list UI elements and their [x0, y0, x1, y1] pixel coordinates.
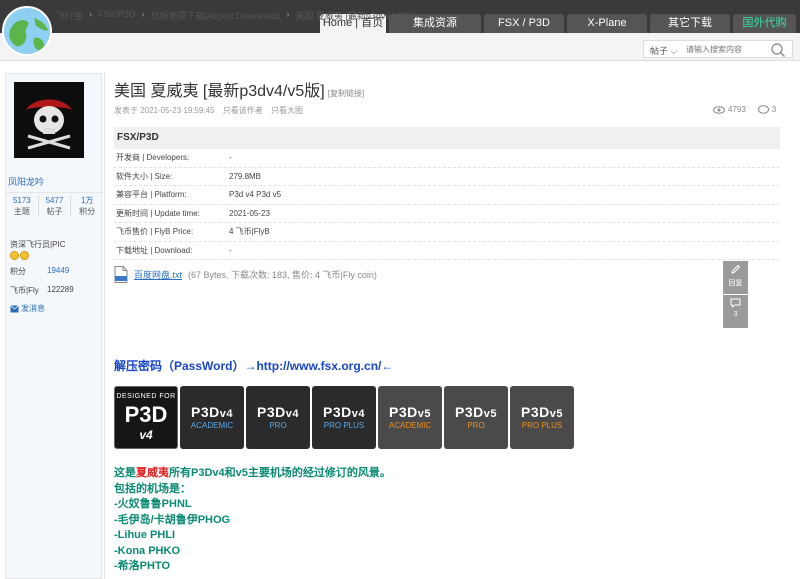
table-row: 更新时间 | Update time: 2021-05-23	[114, 205, 780, 223]
p3d-v5-pro-badge: P3Dv5 PRO	[444, 386, 508, 449]
comments-button[interactable]: 3	[723, 295, 748, 328]
author-points-value: 19449	[47, 266, 70, 275]
stat-points[interactable]: 1万 积分	[71, 195, 103, 217]
attachment-details: (67 Bytes, 下载次数: 183, 售价: 4 飞币|Fly coin)	[188, 270, 377, 280]
author-sidebar: 凤阳龙吟 5173 主题 5477 帖子 1万 积分 资深飞行员|PIC 积分 194…	[5, 73, 103, 579]
breadcrumb-separator: ›	[286, 9, 290, 19]
password-line: 解压密码（PassWord）→http://www.fsx.org.cn/←	[114, 359, 394, 373]
breadcrumb: 飞行宝 › FSX/P3D › 机场地景下载|Airport Downloads…	[56, 9, 414, 22]
tab-xplane[interactable]: X-Plane	[567, 14, 647, 33]
author-coins-value: 122289	[47, 285, 74, 294]
list-item: -Kona PHKO	[114, 544, 180, 557]
comment-icon	[730, 298, 741, 309]
comment-icon	[757, 105, 769, 114]
attachment: 百度网盘.txt (67 Bytes, 下载次数: 183, 售价: 4 飞币|…	[114, 266, 377, 283]
table-row: 下载地址 | Download: -	[114, 242, 780, 260]
post-counts: 4793 3	[713, 105, 776, 114]
breadcrumb-current[interactable]: 美国 夏威夷 [最新p3dv4/v5版]	[295, 9, 414, 22]
stat-threads[interactable]: 5173 主题	[6, 195, 39, 217]
site-logo[interactable]	[2, 6, 52, 56]
breadcrumb-separator: ›	[141, 9, 145, 19]
post-description: 这是夏威夷所有P3Dv4和v5主要机场的经过修订的风景。 包括的机场是： -火奴…	[114, 466, 391, 575]
envelope-icon	[10, 304, 19, 312]
author-rank: 资深飞行员|PIC	[10, 240, 66, 249]
breadcrumb-home[interactable]: 飞行宝	[56, 9, 83, 22]
reply-count: 3	[757, 105, 776, 114]
author-points-row: 积分 19449	[10, 266, 70, 276]
eye-icon	[713, 105, 725, 114]
table-row: 开发商 | Developers: -	[114, 149, 780, 168]
breadcrumb-airport-downloads[interactable]: 机场地景下载|Airport Downloads	[151, 9, 281, 22]
copy-link-button[interactable]: [复制链接]	[328, 89, 364, 98]
list-item: -火奴鲁鲁PHNL	[114, 498, 192, 510]
attachment-link[interactable]: 百度网盘.txt	[134, 268, 182, 281]
p3d-v5-academic-badge: P3Dv5 ACADEMIC	[378, 386, 442, 449]
page-title: 美国 夏威夷 [最新p3dv4/v5版] [复制链接]	[114, 83, 365, 100]
info-table-header: FSX/P3D	[114, 127, 780, 149]
text-file-icon	[114, 266, 128, 283]
reply-button[interactable]: 回复	[723, 261, 748, 294]
search-type-select[interactable]: 帖子 ⌵	[650, 44, 677, 57]
breadcrumb-fsx-p3d[interactable]: FSX/P3D	[98, 9, 136, 22]
airport-list-label: 包括的机场是：	[114, 482, 191, 495]
author-coins-row: 飞币|Fly 122289	[10, 285, 74, 295]
pencil-icon	[731, 264, 741, 274]
tab-other-downloads[interactable]: 其它下载	[650, 14, 730, 33]
search-icon[interactable]	[770, 42, 786, 58]
stat-posts[interactable]: 5477 帖子	[39, 195, 72, 217]
p3d-v4-proplus-badge: P3Dv4 PRO PLUS	[312, 386, 376, 449]
table-row: 软件大小 | Size: 279.8MB	[114, 168, 780, 186]
author-stats: 5173 主题 5477 帖子 1万 积分	[6, 192, 103, 217]
breadcrumb-separator: ›	[89, 9, 93, 19]
p3d-v4-pro-badge: P3Dv4 PRO	[246, 386, 310, 449]
description-intro: 这是夏威夷所有P3Dv4和v5主要机场的经过修订的风景。	[114, 467, 391, 479]
compatibility-banner: DESIGNED FOR P3D v4 P3Dv4 ACADEMIC P3Dv4…	[114, 385, 574, 450]
list-item: -毛伊岛/卡胡鲁伊PHOG	[114, 513, 231, 526]
table-row: 飞币售价 | FlyB Price: 4 飞币|FlyB	[114, 223, 780, 242]
p3d-v4-academic-badge: P3Dv4 ACADEMIC	[180, 386, 244, 449]
medal-icon	[10, 251, 19, 260]
tab-fsx-p3d[interactable]: FSX / P3D	[484, 14, 564, 33]
medal-icon	[20, 251, 29, 260]
view-count: 4793	[713, 105, 746, 114]
only-author-link[interactable]: 只看该作者	[223, 106, 263, 115]
sidebar-divider	[104, 73, 105, 579]
search-box: 帖子 ⌵	[643, 40, 793, 58]
list-item: -希洛PHTO	[114, 560, 171, 572]
medals	[10, 251, 29, 260]
author-username[interactable]: 凤阳龙吟	[8, 175, 44, 188]
table-row: 兼容平台 | Platform: P3d v4 P3d v5	[114, 186, 780, 205]
post-date: 发表于 2021-05-23 19:59:45	[114, 106, 215, 115]
designed-for-p3d-badge: DESIGNED FOR P3D v4	[114, 386, 178, 449]
search-input[interactable]	[686, 43, 766, 56]
avatar[interactable]	[14, 82, 84, 158]
tab-overseas-purchase[interactable]: 国外代购	[733, 14, 796, 33]
post-meta: 发表于 2021-05-23 19:59:45 只看该作者 只看大图	[114, 105, 309, 116]
content-area: 凤阳龙吟 5173 主题 5477 帖子 1万 积分 资深飞行员|PIC 积分 194…	[0, 61, 800, 579]
p3d-v5-proplus-badge: P3Dv5 PRO PLUS	[510, 386, 574, 449]
only-large-image-link[interactable]: 只看大图	[271, 106, 303, 115]
list-item: -Lihue PHLI	[114, 529, 176, 541]
resource-info-table: FSX/P3D 开发商 | Developers: - 软件大小 | Size: 2…	[114, 127, 780, 260]
send-message-link[interactable]: 发消息	[10, 303, 45, 314]
